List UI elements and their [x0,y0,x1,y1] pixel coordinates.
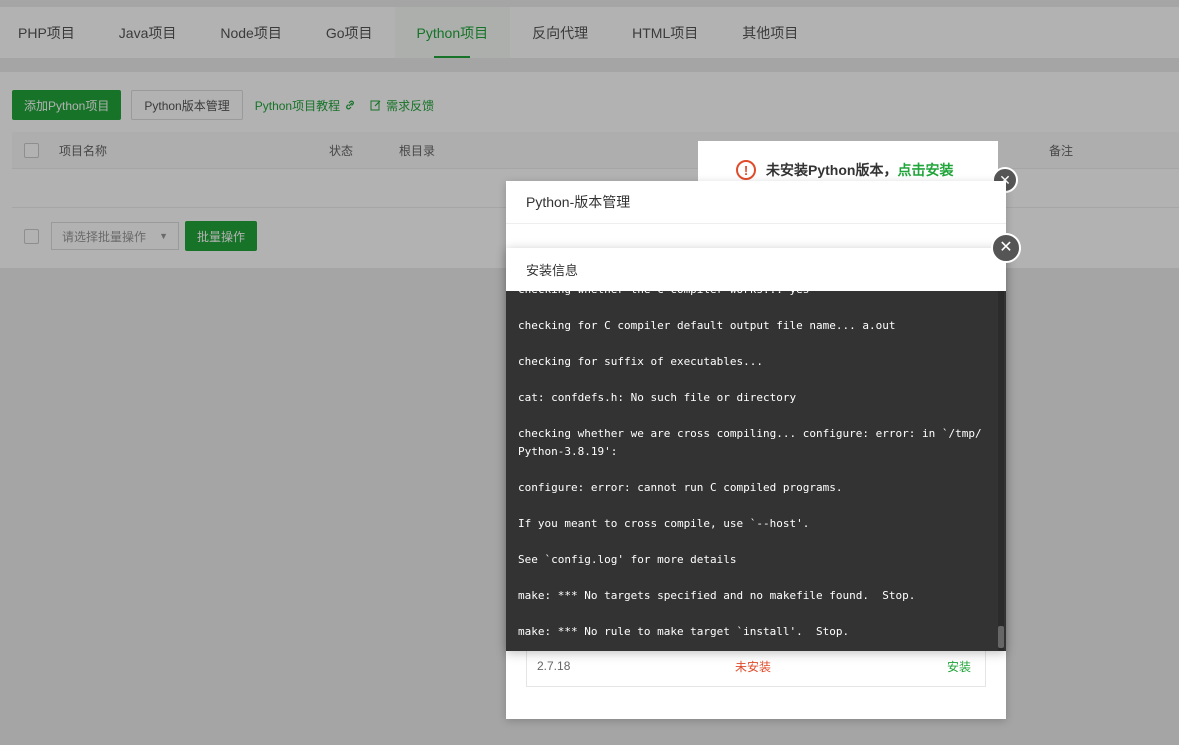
log-line: cat: confdefs.h: No such file or directo… [518,391,797,404]
install-dialog-title: 安装信息 [506,248,1006,291]
version-status: 未安装 [735,659,772,674]
log-line: make: *** No targets specified and no ma… [518,589,916,602]
install-dialog-close-icon[interactable]: ✕ [991,233,1021,263]
log-line: configure: error: cannot run C compiled … [518,481,843,494]
log-line: See `config.log' for more details [518,553,737,566]
log-line: checking whether the C compiler works...… [518,291,984,299]
version-number: 2.7.18 [537,659,571,673]
table-row: 2.7.18 未安装 安装 [526,645,986,687]
log-line: make: *** No rule to make target `instal… [518,625,850,638]
notice-text: 未安装Python版本， [766,162,898,178]
install-info-dialog: 安装信息 checking whether the C compiler wor… [506,248,1006,651]
console-scroll-thumb[interactable] [998,626,1004,648]
console-scrollbar[interactable] [998,291,1004,651]
click-to-install-link[interactable]: 点击安装 [897,160,953,180]
install-version-button[interactable]: 安装 [947,658,971,675]
install-log-content: checking whether the C compiler works...… [518,291,984,651]
warning-icon: ! [736,160,756,180]
log-line: checking for C compiler default output f… [518,319,896,332]
install-log-console[interactable]: checking whether the C compiler works...… [506,291,1006,651]
log-line: checking for suffix of executables... [518,355,764,368]
log-line: checking whether we are cross compiling.… [518,427,982,458]
version-dialog-title: Python-版本管理 [506,181,1006,224]
log-line: If you meant to cross compile, use `--ho… [518,517,810,530]
